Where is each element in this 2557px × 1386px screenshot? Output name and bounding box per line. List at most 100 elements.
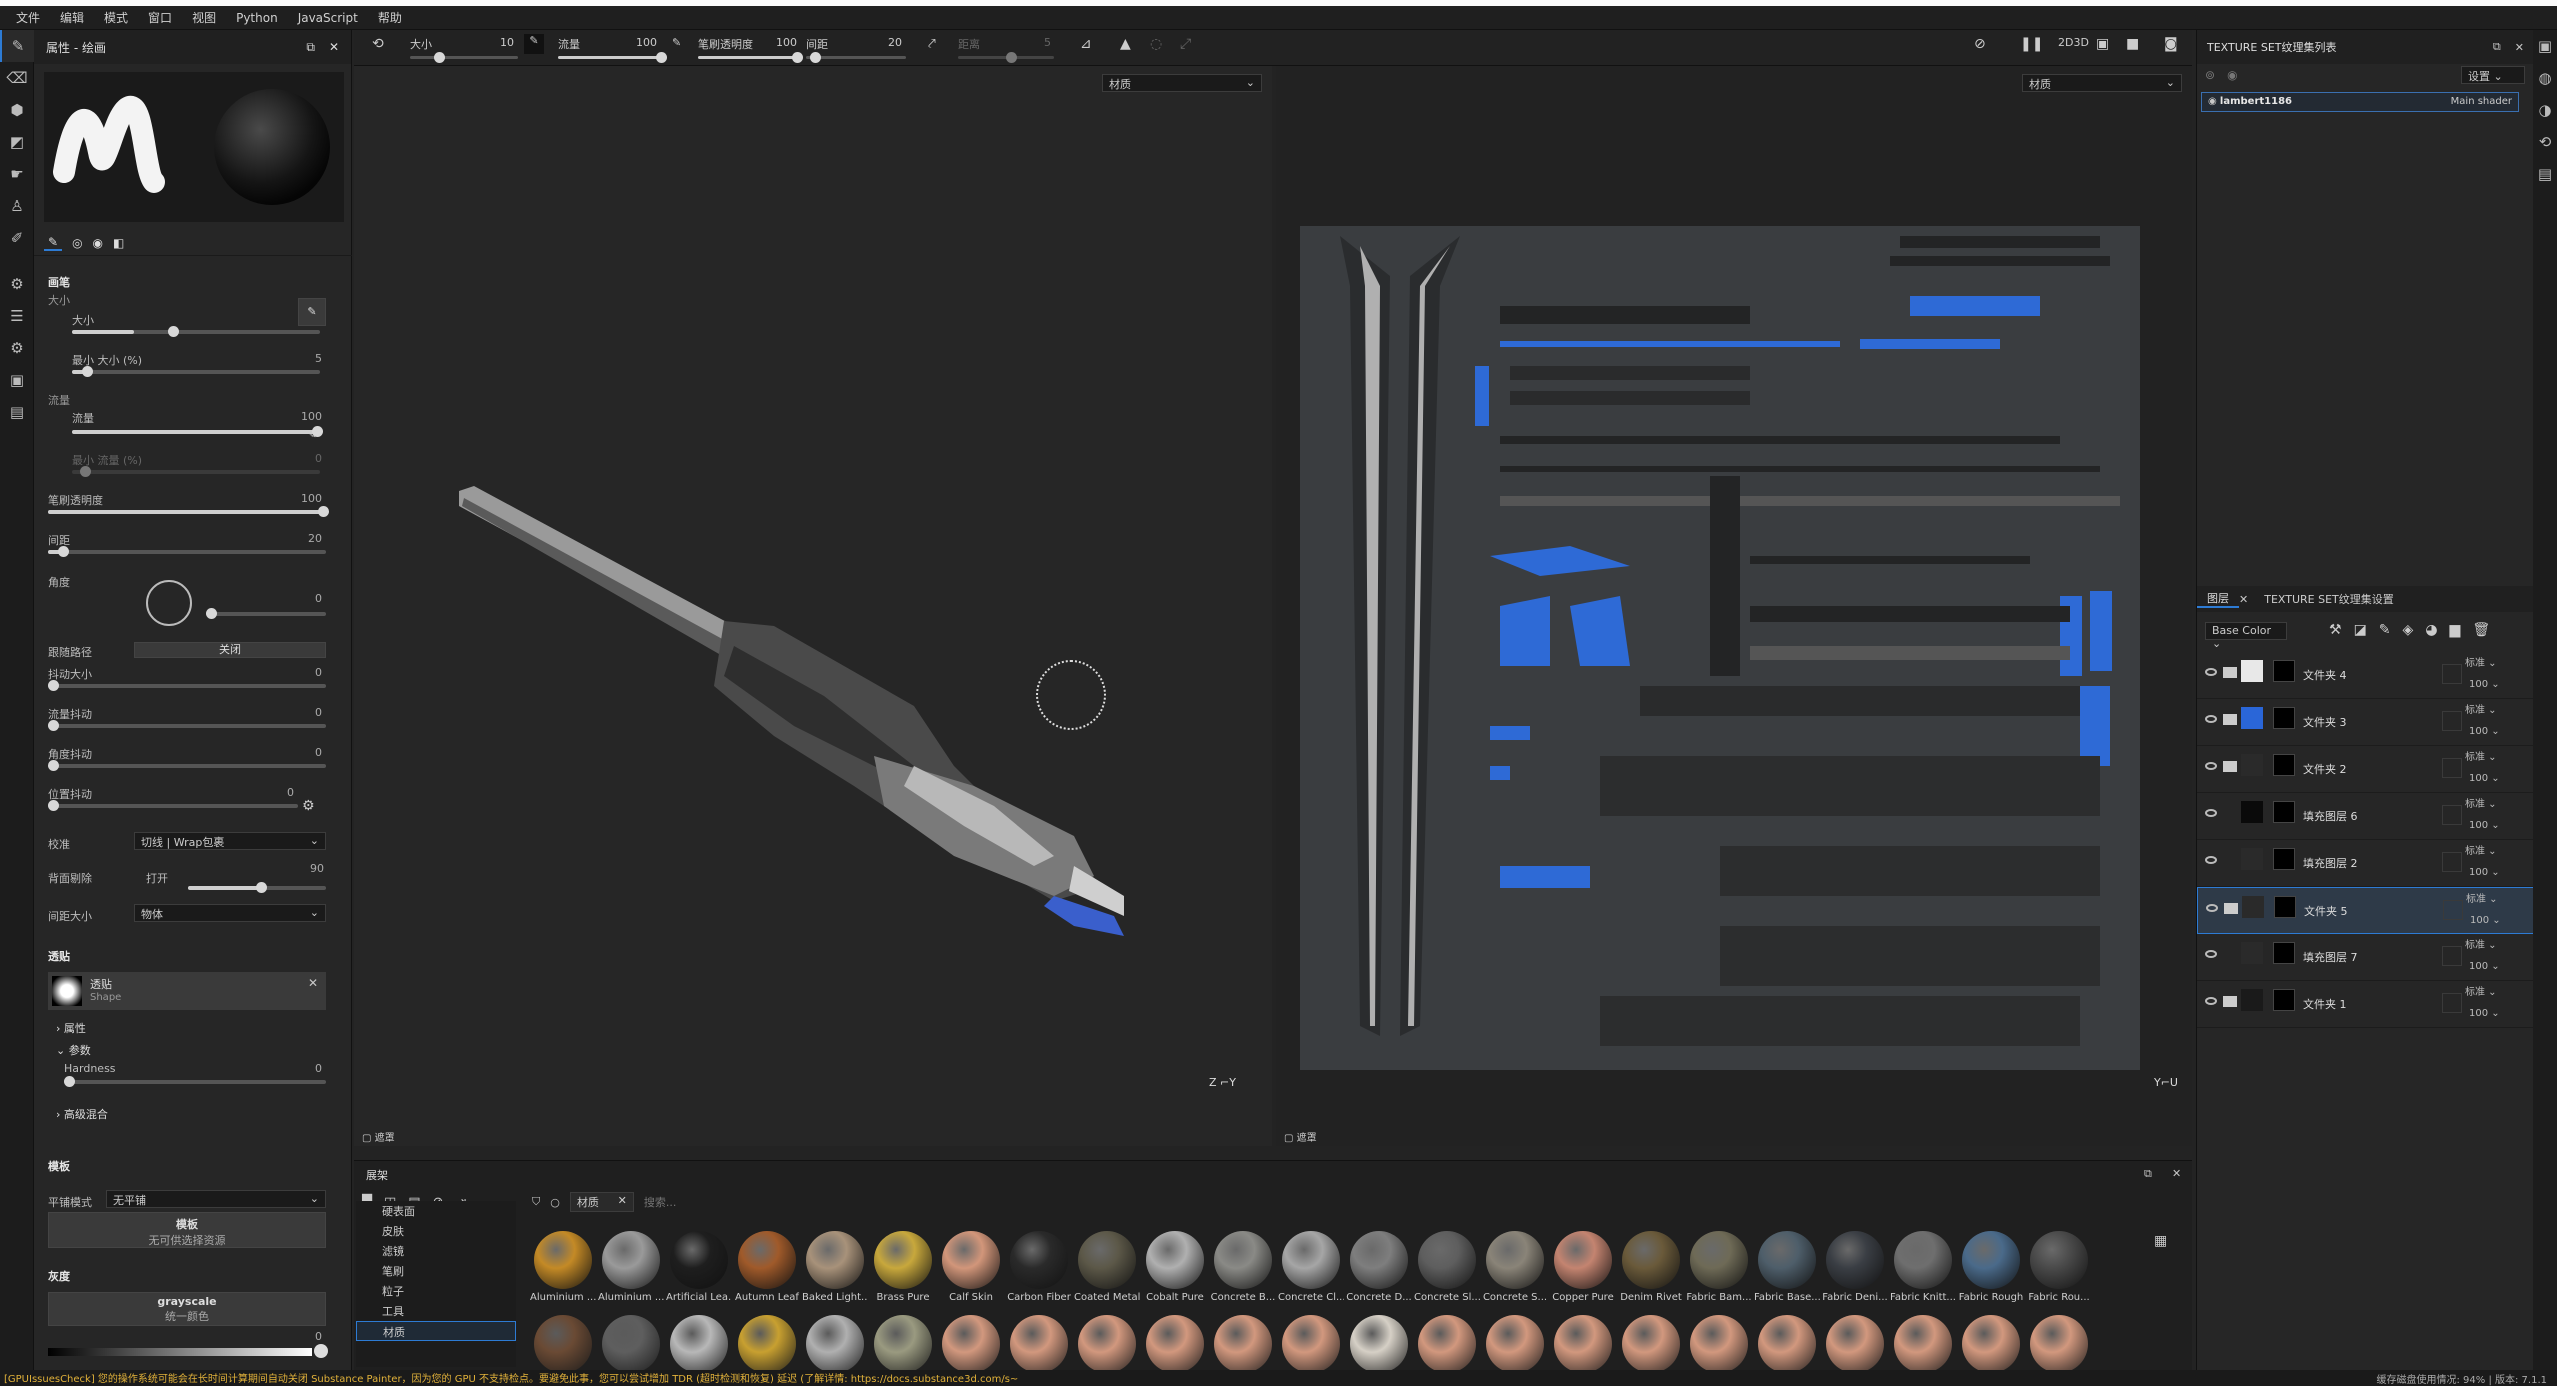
opacity-field[interactable]: 100 ⌄	[2470, 915, 2501, 926]
viewport-3d[interactable]: 材质 ⌄ Z ⌐Y ▢ 遮罩	[354, 66, 1272, 1146]
folder-icon[interactable]	[2223, 761, 2237, 772]
projection-icon[interactable]: ⬢	[0, 94, 34, 126]
category-materials[interactable]: 材质	[356, 1321, 516, 1341]
grayscale-slider[interactable]	[48, 1348, 312, 1356]
random-seed-icon[interactable]: ⚙	[302, 798, 315, 814]
jitter-angle-slider[interactable]	[48, 760, 326, 771]
material-item[interactable]: Concrete D...	[1346, 1231, 1412, 1303]
grayscale-picker-icon[interactable]	[314, 1344, 328, 1358]
pen-pressure-flow-icon[interactable]: ✎	[298, 422, 326, 450]
material-item[interactable]: Autumn Leaf	[734, 1231, 800, 1303]
paint-brush-icon[interactable]: ✎	[0, 30, 34, 62]
tab-material-icon[interactable]: ◧	[113, 236, 124, 250]
layer-mask-slot[interactable]	[2443, 900, 2463, 920]
material-item[interactable]	[1618, 1315, 1684, 1371]
float-icon[interactable]: ⧉	[2144, 1167, 2152, 1181]
viewer-icon[interactable]: ◑	[2533, 94, 2557, 126]
toolbar-size-slider[interactable]	[410, 52, 518, 63]
opacity-field[interactable]: 100 ⌄	[2469, 773, 2500, 784]
photoshop-icon[interactable]: ▣	[0, 364, 34, 396]
mask-thumbnail[interactable]	[2273, 801, 2295, 823]
tab-layers[interactable]: 图层	[2197, 590, 2239, 608]
angle-slider[interactable]	[206, 608, 326, 619]
toolbar-spacing-slider[interactable]	[806, 52, 906, 63]
material-item[interactable]: Denim Rivet	[1618, 1231, 1684, 1303]
material-item[interactable]: Copper Pure	[1550, 1231, 1616, 1303]
eye-icon[interactable]	[2206, 904, 2218, 912]
hide-icon[interactable]: ⊘	[1974, 36, 1986, 52]
clone-icon[interactable]: ♙	[0, 190, 34, 222]
mask-thumbnail[interactable]	[2273, 989, 2295, 1011]
folder-icon[interactable]	[2223, 667, 2237, 678]
material-item[interactable]: Fabric Knitt...	[1890, 1231, 1956, 1303]
menu-javascript[interactable]: JavaScript	[288, 11, 368, 25]
material-item[interactable]	[1822, 1315, 1888, 1371]
eye-icon[interactable]	[2205, 715, 2217, 723]
mirror-icon[interactable]: ▲	[1120, 36, 1131, 52]
jitter-position-slider[interactable]	[48, 800, 298, 811]
camera-icon[interactable]: ■	[2126, 36, 2139, 52]
stroke-opacity-slider[interactable]	[48, 506, 329, 517]
screenshot-icon[interactable]: ◙	[2164, 36, 2178, 52]
material-item[interactable]	[1958, 1315, 2024, 1371]
flow-slider[interactable]	[72, 426, 323, 437]
eraser-icon[interactable]: ⌫	[0, 62, 34, 94]
advanced-blend-expander[interactable]: › 高级混合	[56, 1106, 356, 1122]
material-item[interactable]	[1278, 1315, 1344, 1371]
toolbar-flow-pressure-icon[interactable]: ✎	[672, 36, 681, 49]
texture-set-item[interactable]: ◉ lambert1186 Main shader	[2201, 92, 2519, 112]
layer-mask-slot[interactable]	[2442, 758, 2462, 778]
tab-alpha-icon[interactable]: ◎	[72, 236, 82, 250]
log-icon[interactable]: ▤	[2533, 158, 2557, 190]
material-item[interactable]	[1890, 1315, 1956, 1371]
material-item[interactable]: Aluminium ...	[530, 1231, 596, 1303]
material-item[interactable]	[2026, 1315, 2092, 1371]
category-tools[interactable]: 工具	[356, 1301, 516, 1321]
opacity-field[interactable]: 100 ⌄	[2469, 820, 2500, 831]
material-item[interactable]: Coated Metal	[1074, 1231, 1140, 1303]
eye-off-icon[interactable]: ◌	[1150, 36, 1162, 52]
layer-mask-slot[interactable]	[2442, 805, 2462, 825]
toolbar-flow-slider[interactable]	[558, 52, 667, 63]
follow-path-toggle[interactable]: 关闭	[134, 642, 326, 658]
mask-thumbnail[interactable]	[2273, 848, 2295, 870]
material-item[interactable]	[870, 1315, 936, 1371]
toolbar-size-pressure-icon[interactable]: ✎	[524, 34, 544, 54]
min-flow-slider[interactable]	[72, 466, 320, 477]
spacing-size-dropdown[interactable]: 物体 ⌄	[134, 904, 326, 922]
environment-icon[interactable]: ◍	[2533, 62, 2557, 94]
stack-icon[interactable]: ☰	[0, 300, 34, 332]
settings-gear-icon[interactable]: ⚙	[0, 268, 34, 300]
lazy-mouse-icon[interactable]: ⤤	[928, 36, 936, 52]
folder-icon[interactable]	[2223, 996, 2237, 1007]
blend-mode-dropdown[interactable]: 标准 ⌄	[2465, 654, 2497, 669]
material-item[interactable]	[1754, 1315, 1820, 1371]
material-item[interactable]	[1414, 1315, 1480, 1371]
polygon-fill-icon[interactable]: ◩	[0, 126, 34, 158]
view-mode-icon[interactable]: 2D3D	[2058, 36, 2089, 49]
material-item[interactable]	[1550, 1315, 1616, 1371]
material-item[interactable]	[530, 1315, 596, 1371]
delete-layer-icon[interactable]: 🗑	[2472, 622, 2490, 638]
filter-icon[interactable]: ⛉	[532, 1195, 540, 1209]
menu-view[interactable]: 视图	[182, 9, 226, 26]
attributes-expander[interactable]: › 属性	[56, 1020, 356, 1036]
toolbar-distance-slider[interactable]	[958, 52, 1054, 63]
add-fill-layer-icon[interactable]: ◈	[2403, 622, 2414, 638]
opacity-field[interactable]: 100 ⌄	[2469, 867, 2500, 878]
folder-icon[interactable]	[2223, 714, 2237, 725]
opacity-field[interactable]: 100 ⌄	[2469, 1008, 2500, 1019]
channel-dropdown[interactable]: Base Color ⌄	[2205, 622, 2287, 650]
layer-row[interactable]: 填充图层 2 标准 ⌄ 100 ⌄	[2197, 840, 2534, 887]
material-item[interactable]	[1074, 1315, 1140, 1371]
material-item[interactable]: Concrete Sl...	[1414, 1231, 1480, 1303]
layer-mask-slot[interactable]	[2442, 711, 2462, 731]
material-item[interactable]	[1482, 1315, 1548, 1371]
mask-thumbnail[interactable]	[2273, 754, 2295, 776]
category-particles[interactable]: 粒子	[356, 1281, 516, 1301]
material-item[interactable]: Fabric Rough	[1958, 1231, 2024, 1303]
close-icon[interactable]: ✕	[329, 40, 339, 54]
blend-mode-dropdown[interactable]: 标准 ⌄	[2465, 983, 2497, 998]
eye-icon[interactable]: ◉	[2227, 68, 2237, 82]
grid-view-icon[interactable]: ▦	[2154, 1233, 2167, 1249]
